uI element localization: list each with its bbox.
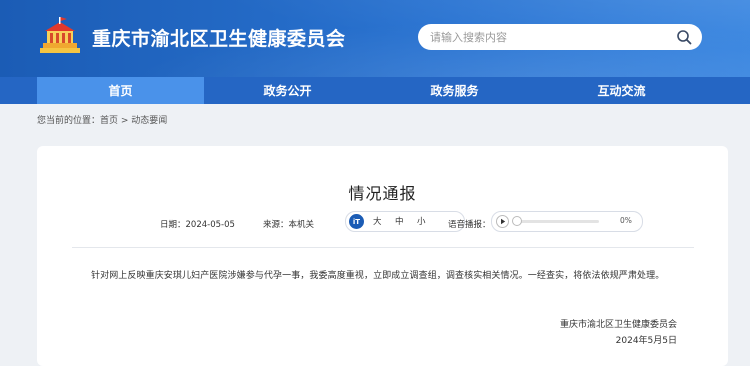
audio-player: 0% [491,211,643,232]
site-header: 重庆市渝北区卫生健康委员会 [0,0,750,77]
audio-progress-handle[interactable] [512,216,522,226]
article-date: 日期：2024-05-05 [160,218,235,230]
search-box[interactable] [418,24,702,50]
audio-label: 语音播报： [448,220,491,230]
article-title: 情况通报 [348,184,417,203]
article-body: 针对网上反映重庆安琪儿妇产医院涉嫌参与代孕一事，我委高度重视，立即成立调查组，调… [91,271,665,281]
font-size-large[interactable]: 大 [373,215,382,227]
audio-progress-track[interactable] [514,220,599,223]
signature-date: 2024年5月5日 [615,336,677,346]
source-value: 本机关 [288,220,315,230]
breadcrumb: 您当前的位置：首页 > 动态要闻 [37,113,167,126]
date-value: 2024-05-05 [185,220,235,230]
search-icon[interactable] [676,29,692,45]
nav-item-government-affairs[interactable]: 政务公开 [204,77,371,104]
signature-organization: 重庆市渝北区卫生健康委员会 [559,320,677,330]
breadcrumb-separator: > [118,116,132,126]
source-label: 来源： [263,220,289,230]
font-size-selector: iT 大 中 小 [345,211,465,232]
article-card: 情况通报 日期：2024-05-05 来源：本机关 iT 大 中 小 语音播报：… [37,146,728,366]
nav-item-home[interactable]: 首页 [37,77,204,104]
article-source: 来源：本机关 [263,218,314,230]
nav-item-government-services[interactable]: 政务服务 [371,77,538,104]
government-emblem-icon[interactable] [36,16,84,56]
breadcrumb-home-link[interactable]: 首页 [100,116,118,126]
site-title[interactable]: 重庆市渝北区卫生健康委员会 [92,24,346,51]
breadcrumb-current-link[interactable]: 动态要闻 [131,116,167,126]
font-size-medium[interactable]: 中 [395,215,404,227]
date-label: 日期： [160,220,186,230]
article-divider [72,247,694,248]
nav-item-interaction[interactable]: 互动交流 [538,77,705,104]
breadcrumb-prefix: 您当前的位置： [37,116,101,126]
search-input[interactable] [430,24,660,50]
font-size-small[interactable]: 小 [417,215,426,227]
main-nav: 首页 政务公开 政务服务 互动交流 [0,77,750,104]
audio-progress-percent: 0% [620,216,632,225]
play-icon[interactable] [496,215,509,228]
font-size-icon: iT [349,214,364,229]
